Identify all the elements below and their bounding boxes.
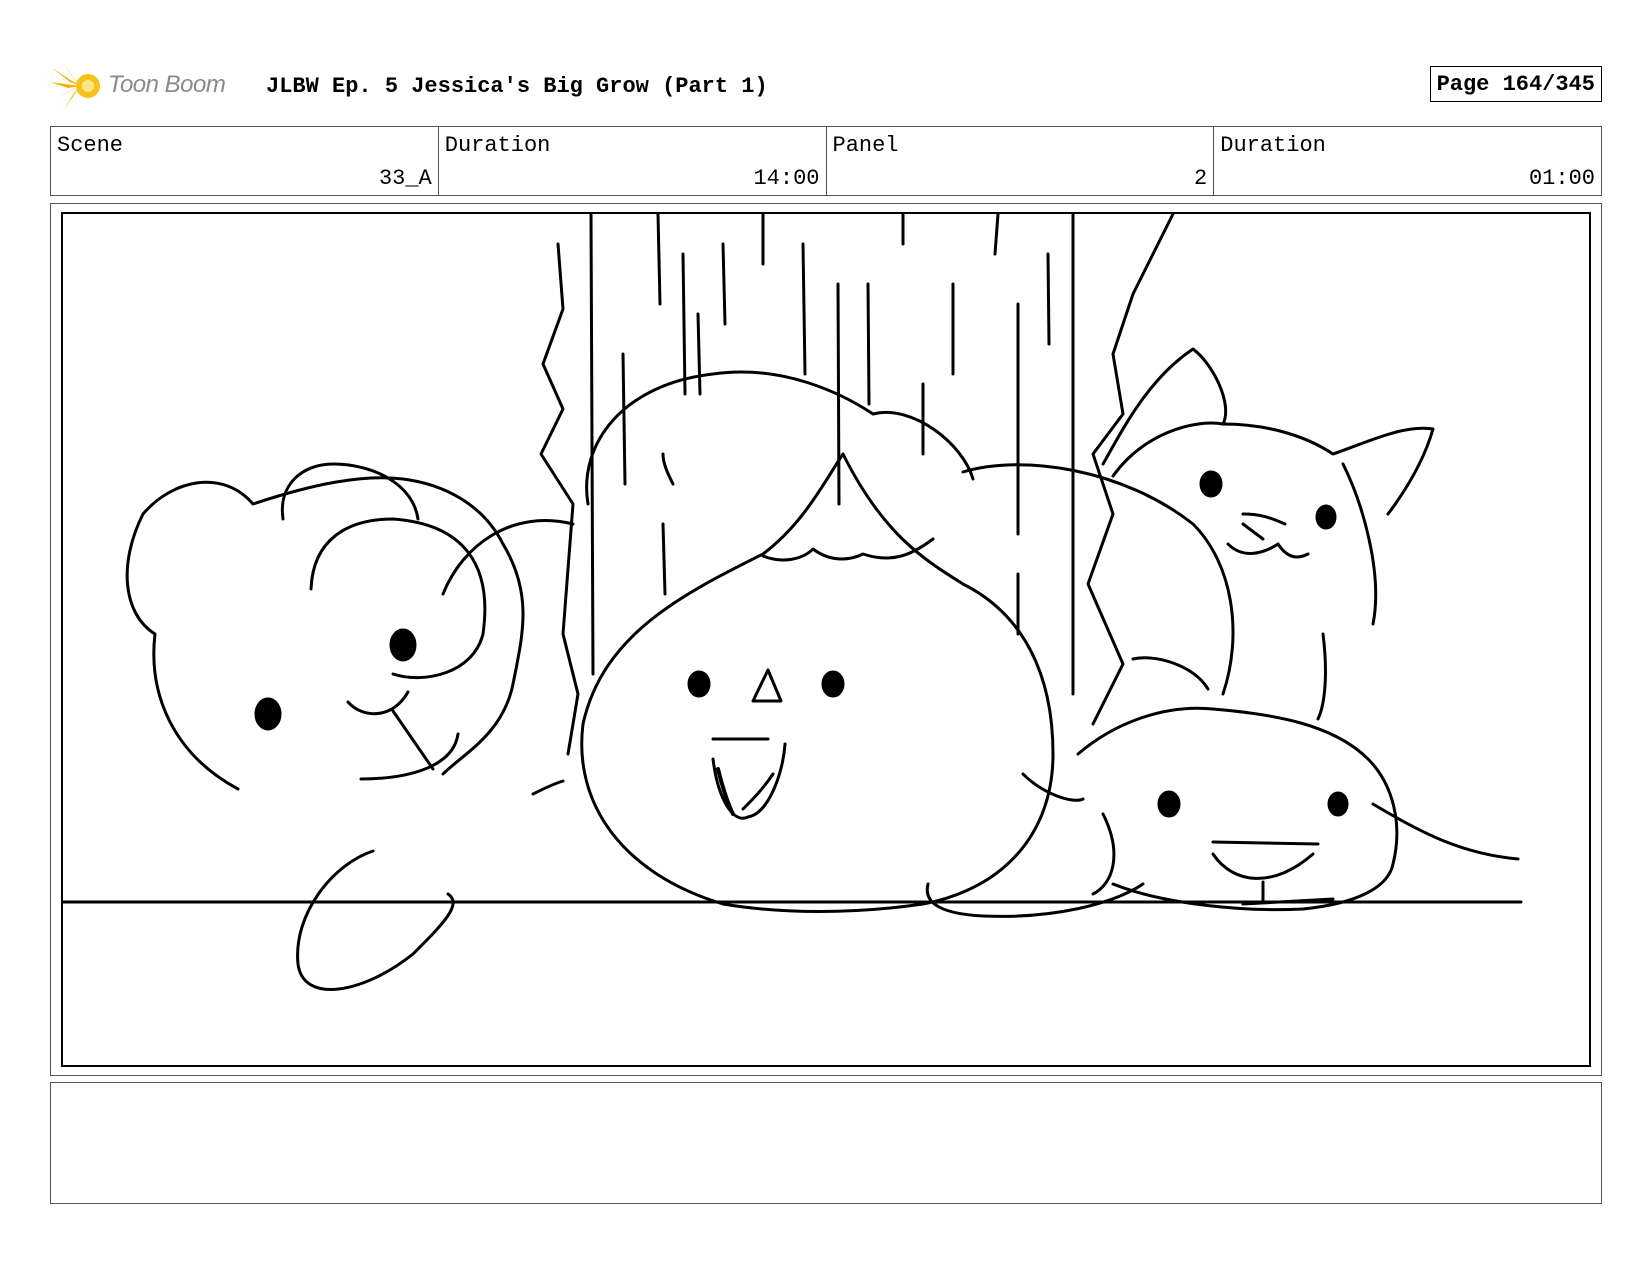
- tree-trunk: [539, 214, 1175, 756]
- panel-label: Panel: [832, 133, 899, 158]
- panel-drawing: [63, 214, 1523, 991]
- seal: [925, 706, 1520, 918]
- panel-value: 2: [1194, 166, 1208, 191]
- panel-cell: Panel 2: [827, 127, 1215, 195]
- logo-text: Toon Boom: [108, 71, 226, 98]
- sunburst-icon: [50, 62, 100, 110]
- storyboard-panel: [61, 212, 1591, 1067]
- page-header: Toon Boom JLBW Ep. 5 Jessica's Big Grow …: [50, 58, 1602, 112]
- scene-duration-cell: Duration 14:00: [439, 127, 827, 195]
- panel-duration-value: 01:00: [1528, 166, 1595, 191]
- document-title: JLBW Ep. 5 Jessica's Big Grow (Part 1): [266, 74, 768, 99]
- panel-notes: [50, 1082, 1602, 1204]
- page-indicator: Page 164/345: [1429, 66, 1602, 102]
- scene-cell: Scene 33_A: [51, 127, 439, 195]
- panel-duration-cell: Duration 01:00: [1214, 127, 1601, 195]
- cat: [961, 347, 1435, 721]
- scene-duration-label: Duration: [444, 133, 551, 158]
- scene-value: 33_A: [378, 166, 432, 191]
- toon-boom-logo: Toon Boom: [50, 58, 250, 112]
- scene-info-table: Scene 33_A Duration 14:00 Panel 2 Durati…: [50, 126, 1602, 196]
- scene-duration-value: 14:00: [753, 166, 820, 191]
- teddy-bear: [125, 462, 575, 991]
- panel-duration-label: Duration: [1220, 133, 1326, 158]
- scene-label: Scene: [57, 133, 124, 158]
- round-blob-character: [580, 370, 1055, 913]
